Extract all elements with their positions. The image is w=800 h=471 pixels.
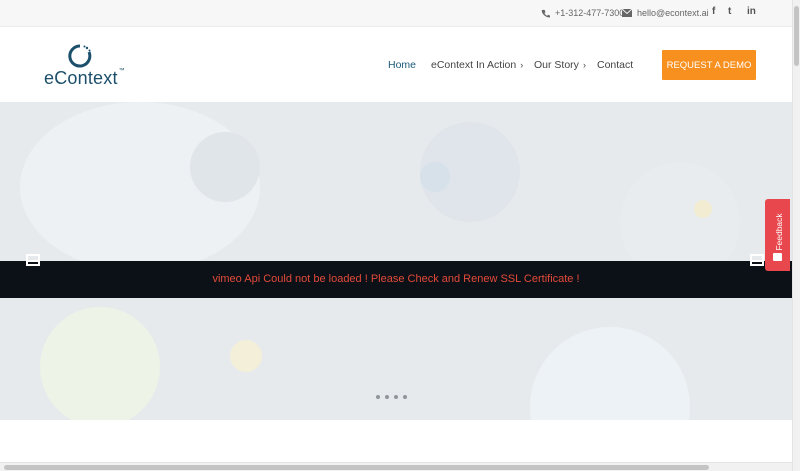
linkedin-icon[interactable]: in bbox=[747, 6, 756, 17]
phone-link[interactable]: +1-312-477-7300 bbox=[541, 8, 624, 18]
nav-our-story[interactable]: Our Story › bbox=[534, 59, 586, 71]
scrollbar-thumb[interactable] bbox=[794, 6, 799, 66]
slider-pagination bbox=[376, 395, 407, 399]
bokeh-background bbox=[694, 200, 712, 218]
slider-prev-icon[interactable] bbox=[26, 254, 40, 266]
vertical-scrollbar[interactable] bbox=[792, 0, 800, 471]
envelope-icon bbox=[622, 9, 632, 17]
bokeh-background bbox=[420, 162, 450, 192]
logo-ring-icon bbox=[68, 44, 92, 68]
phone-icon bbox=[541, 9, 550, 17]
slide-dot[interactable] bbox=[394, 395, 398, 399]
chevron-right-icon: › bbox=[582, 60, 586, 70]
feedback-tab[interactable]: Feedback bbox=[765, 199, 790, 271]
feedback-icon bbox=[773, 253, 782, 261]
facebook-icon[interactable]: f bbox=[712, 6, 715, 17]
top-bar: +1-312-477-7300 hello@econtext.ai f t in bbox=[0, 0, 792, 27]
slide-dot[interactable] bbox=[385, 395, 389, 399]
nav-econtext-in-action[interactable]: eContext In Action › bbox=[431, 59, 523, 71]
slider-next-icon[interactable] bbox=[750, 254, 764, 266]
nav-home[interactable]: Home bbox=[388, 59, 416, 71]
slide-dot[interactable] bbox=[376, 395, 380, 399]
twitter-icon[interactable]: t bbox=[728, 6, 731, 17]
slide-dot[interactable] bbox=[403, 395, 407, 399]
phone-number: +1-312-477-7300 bbox=[555, 8, 625, 18]
error-message: vimeo Api Could not be loaded ! Please C… bbox=[212, 273, 580, 285]
scrollbar-thumb[interactable] bbox=[4, 465, 709, 470]
request-demo-button[interactable]: REQUEST A DEMO bbox=[662, 50, 756, 80]
bokeh-background bbox=[190, 132, 260, 202]
video-error-banner: vimeo Api Could not be loaded ! Please C… bbox=[0, 261, 792, 298]
bokeh-background bbox=[40, 307, 160, 420]
nav-contact[interactable]: Contact bbox=[597, 59, 633, 71]
bokeh-background bbox=[530, 327, 690, 420]
feedback-label: Feedback bbox=[774, 213, 784, 251]
logo[interactable]: eContext™ bbox=[44, 44, 125, 88]
email-address: hello@econtext.ai bbox=[637, 8, 709, 18]
email-link[interactable]: hello@econtext.ai bbox=[622, 8, 709, 18]
logo-wordmark: eContext™ bbox=[44, 68, 125, 88]
horizontal-scrollbar[interactable] bbox=[0, 462, 792, 471]
bokeh-background bbox=[230, 340, 262, 372]
chevron-right-icon: › bbox=[520, 60, 524, 70]
